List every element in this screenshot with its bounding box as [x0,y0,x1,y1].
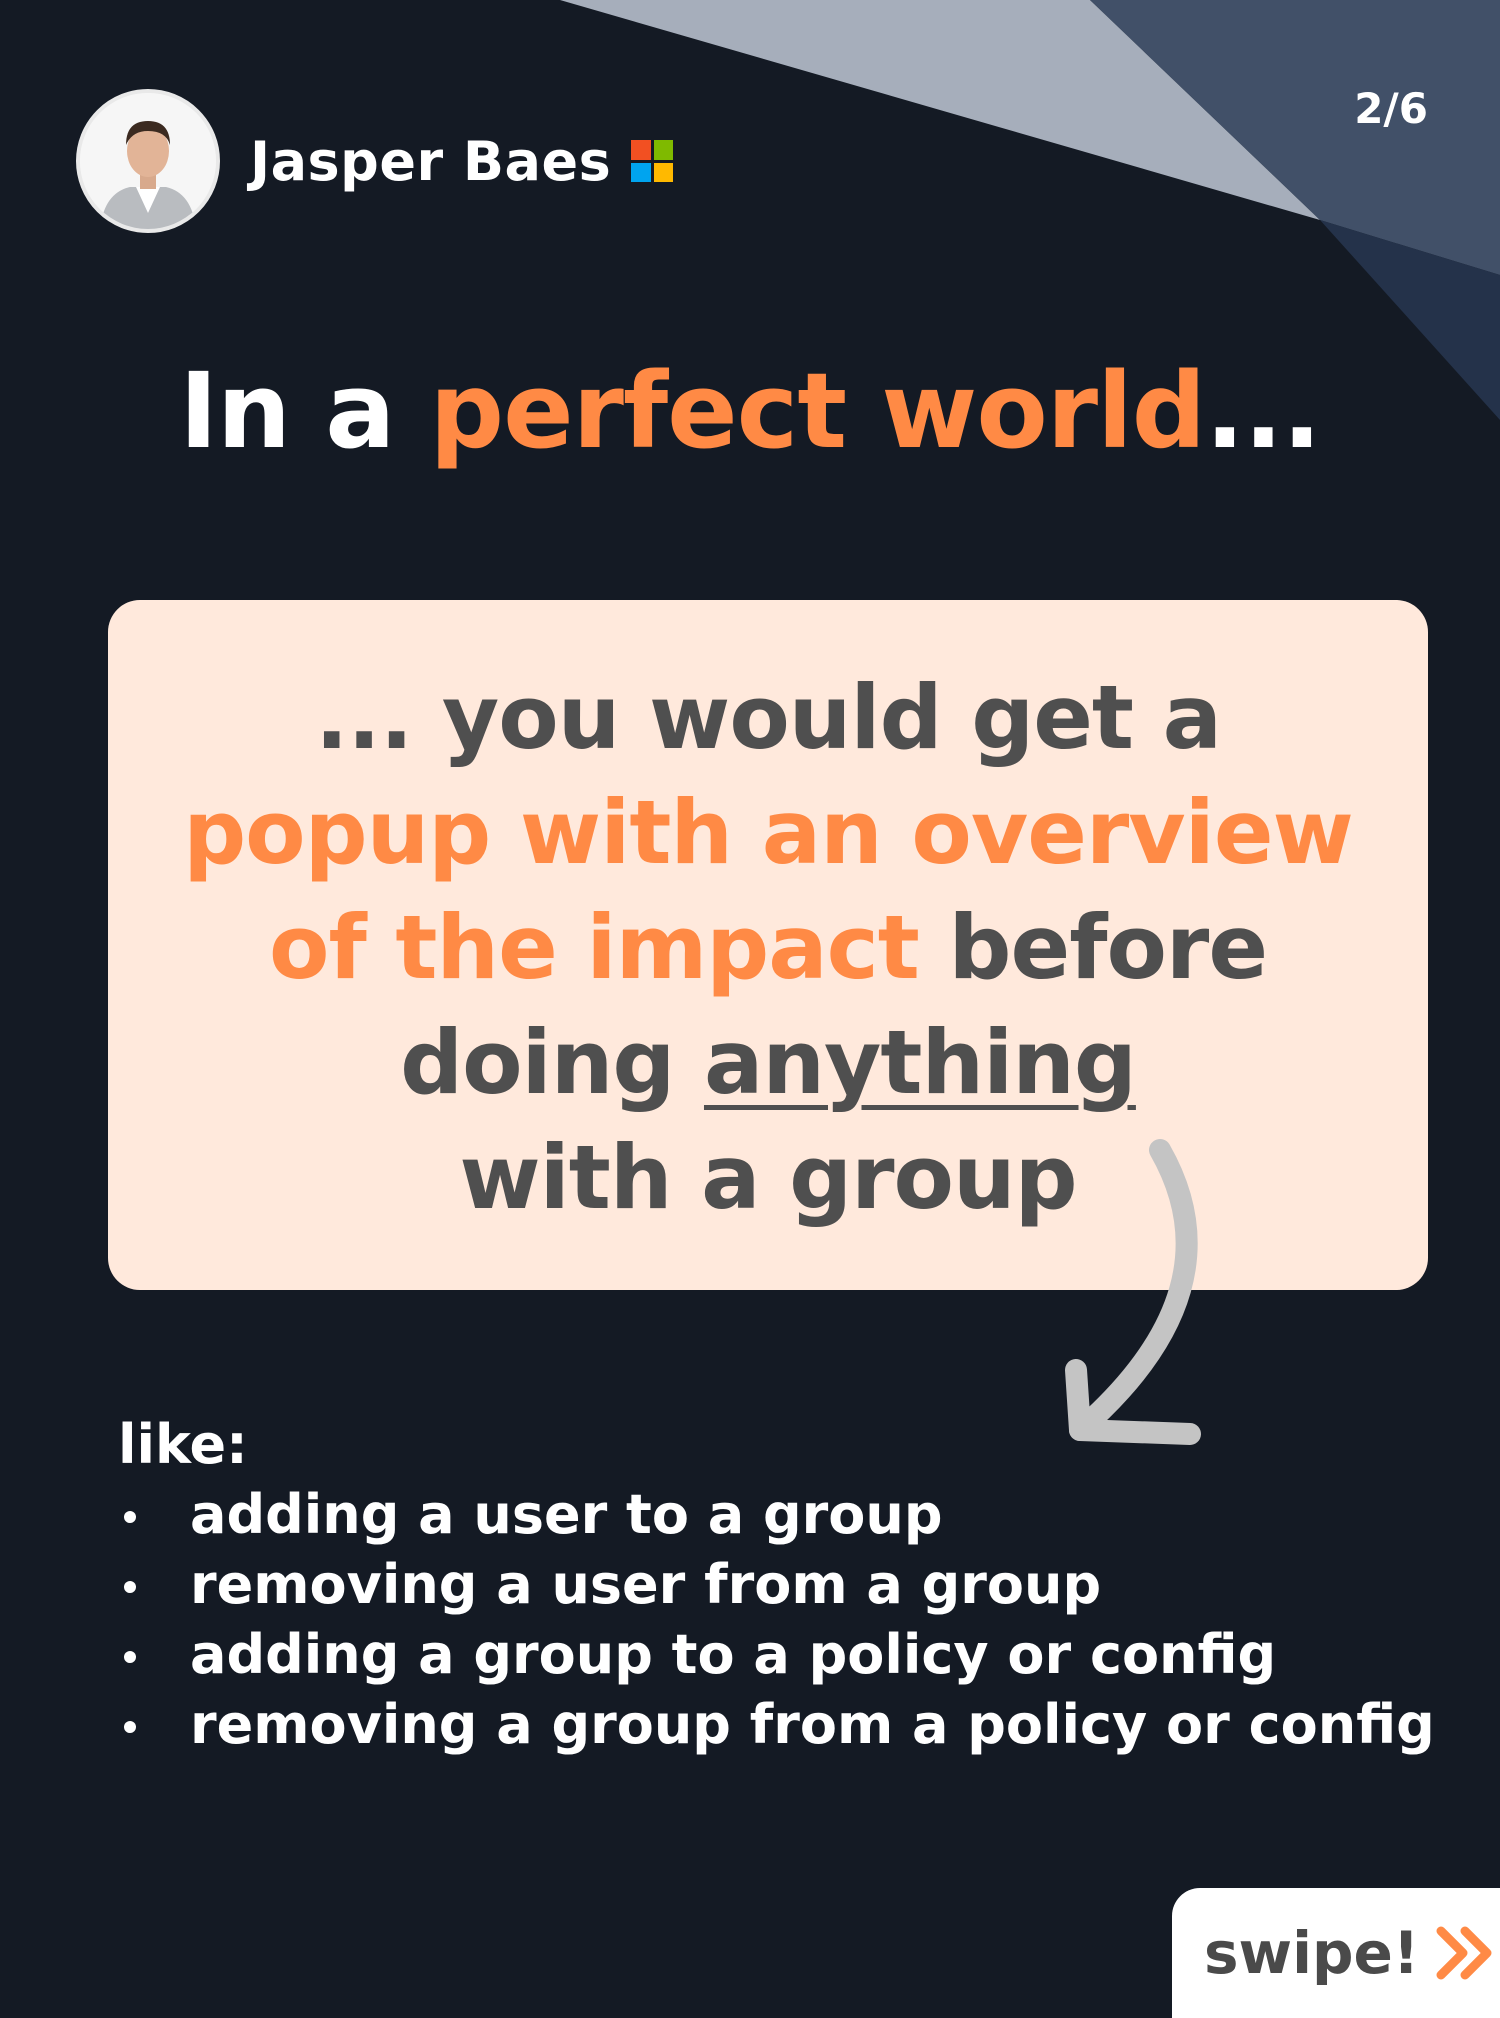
double-chevron-right-icon [1436,1926,1492,1980]
card-line-5: with a group [459,1126,1077,1229]
microsoft-logo-icon [631,140,674,182]
headline: In a perfect world... [0,350,1500,472]
examples-list: like: adding a user to a group removing … [118,1410,1458,1760]
logo-square-blue [631,162,651,182]
card-text: ... you would get a popup with an overvi… [108,660,1428,1235]
avatar [76,89,220,233]
card-line-2: popup with an overview [183,781,1354,884]
card-line-1: ... you would get a [315,666,1222,769]
list-item: removing a group from a policy or config [118,1690,1458,1760]
card-line-4: doing anything [108,1005,1428,1120]
headline-suffix: ... [1205,350,1322,472]
swipe-button[interactable]: swipe! [1172,1888,1500,2018]
author-header: Jasper Baes [76,86,674,236]
page-indicator: 2/6 [1354,84,1428,133]
card-line-3-highlight: of the impact [268,896,920,999]
message-card: ... you would get a popup with an overvi… [108,600,1428,1290]
list-intro: like: [118,1413,248,1476]
list-item: removing a user from a group [118,1550,1458,1620]
card-line-4-prefix: doing [400,1011,704,1114]
headline-highlight: perfect world [429,350,1207,472]
logo-square-red [631,140,651,160]
bullet-list: adding a user to a group removing a user… [118,1480,1458,1760]
swipe-label: swipe! [1204,1919,1420,1987]
card-line-3-rest: before [918,896,1269,999]
card-line-4-underlined: anything [703,1011,1137,1114]
author-name: Jasper Baes [250,129,612,193]
card-line-3: of the impact before [108,890,1428,1005]
logo-square-yellow [653,162,674,182]
headline-prefix: In a [179,350,430,472]
list-item: adding a group to a policy or config [118,1620,1458,1690]
logo-square-green [653,140,674,160]
list-item: adding a user to a group [118,1480,1458,1550]
